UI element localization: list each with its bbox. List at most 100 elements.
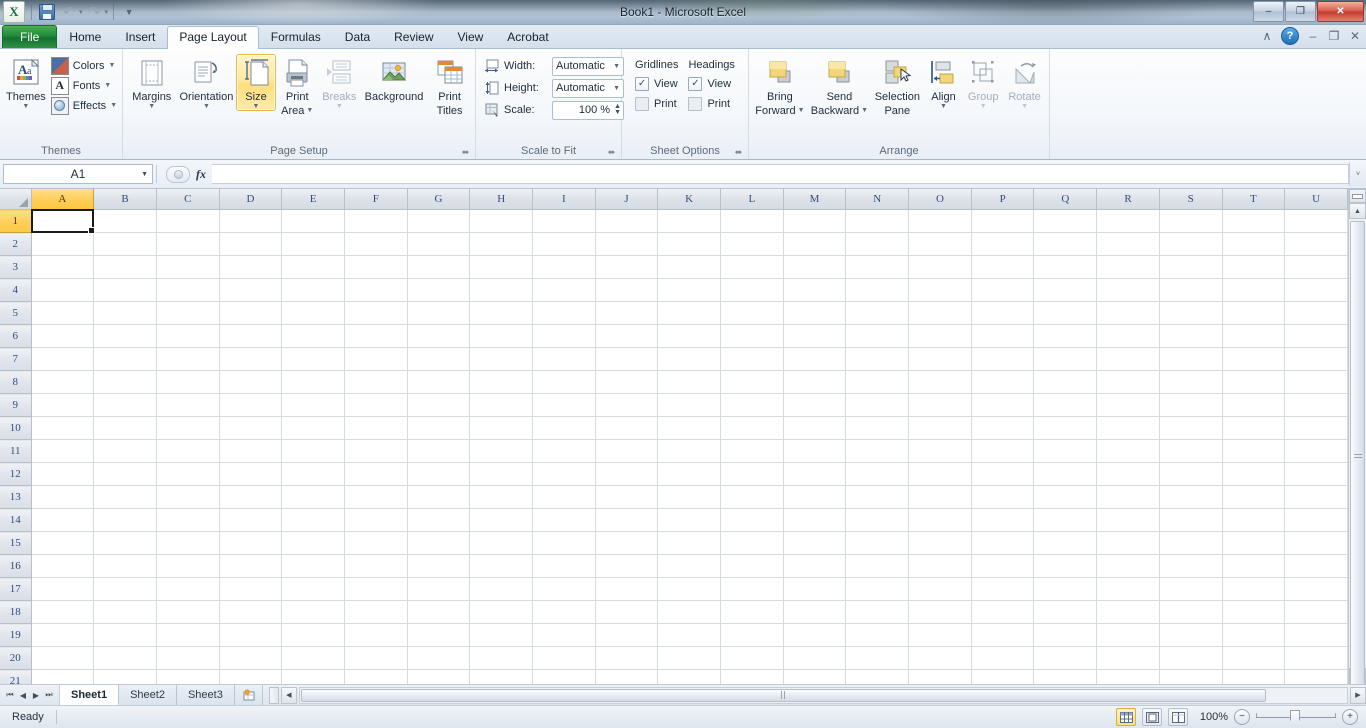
cell-r9[interactable] (1096, 393, 1160, 417)
cell-n5[interactable] (845, 301, 910, 325)
cell-m14[interactable] (783, 508, 847, 532)
cell-p15[interactable] (971, 531, 1035, 555)
cell-n14[interactable] (845, 508, 910, 532)
cell-q17[interactable] (1033, 577, 1098, 601)
scale-decrease-icon[interactable]: ▼ (614, 109, 621, 116)
cell-j20[interactable] (595, 646, 659, 670)
normal-view-button[interactable] (1116, 708, 1136, 726)
cell-e16[interactable] (281, 554, 345, 578)
cell-h8[interactable] (469, 370, 534, 394)
cell-r2[interactable] (1096, 232, 1160, 256)
cell-g19[interactable] (407, 623, 471, 647)
cell-f21[interactable] (344, 669, 408, 684)
column-header-s[interactable]: S (1159, 189, 1223, 210)
cell-c10[interactable] (156, 416, 220, 440)
cell-p4[interactable] (971, 278, 1035, 302)
cell-p13[interactable] (971, 485, 1035, 509)
cell-t15[interactable] (1222, 531, 1286, 555)
cell-f3[interactable] (344, 255, 408, 279)
cell-i2[interactable] (532, 232, 596, 256)
cell-c2[interactable] (156, 232, 220, 256)
column-header-k[interactable]: K (657, 189, 721, 210)
size-dropdown-icon[interactable]: ▼ (253, 103, 260, 110)
tab-view[interactable]: View (446, 26, 496, 48)
cell-j13[interactable] (595, 485, 659, 509)
cell-b16[interactable] (93, 554, 157, 578)
cell-f11[interactable] (344, 439, 408, 463)
cell-l6[interactable] (720, 324, 784, 348)
cell-e17[interactable] (281, 577, 345, 601)
cell-m5[interactable] (783, 301, 847, 325)
column-header-t[interactable]: T (1222, 189, 1286, 210)
cell-t3[interactable] (1222, 255, 1286, 279)
cell-b13[interactable] (93, 485, 157, 509)
cell-d2[interactable] (219, 232, 283, 256)
cell-o15[interactable] (908, 531, 972, 555)
cell-h1[interactable] (469, 209, 534, 233)
cell-l19[interactable] (720, 623, 784, 647)
headings-print-checkbox[interactable] (688, 97, 703, 111)
cell-c6[interactable] (156, 324, 220, 348)
cell-t20[interactable] (1222, 646, 1286, 670)
cell-j3[interactable] (595, 255, 659, 279)
redo-button[interactable]: ↷ (85, 2, 105, 22)
cell-d9[interactable] (219, 393, 283, 417)
cell-h3[interactable] (469, 255, 534, 279)
row-header-5[interactable]: 5 (0, 301, 32, 325)
cell-k8[interactable] (657, 370, 721, 394)
next-sheet-button[interactable]: ▶ (30, 691, 42, 700)
cell-u20[interactable] (1284, 646, 1348, 670)
cell-u5[interactable] (1284, 301, 1348, 325)
cell-a3[interactable] (31, 255, 95, 279)
page-setup-dialog-launcher[interactable]: ⬌ (460, 147, 471, 158)
cell-i15[interactable] (532, 531, 596, 555)
cell-j19[interactable] (595, 623, 659, 647)
cell-d11[interactable] (219, 439, 283, 463)
cell-s13[interactable] (1159, 485, 1223, 509)
cell-l14[interactable] (720, 508, 784, 532)
cell-f6[interactable] (344, 324, 408, 348)
cell-f10[interactable] (344, 416, 408, 440)
cell-f7[interactable] (344, 347, 408, 371)
cell-a11[interactable] (31, 439, 95, 463)
cell-s16[interactable] (1159, 554, 1223, 578)
cell-f18[interactable] (344, 600, 408, 624)
cell-d18[interactable] (219, 600, 283, 624)
cell-b18[interactable] (93, 600, 157, 624)
cell-h7[interactable] (469, 347, 534, 371)
row-header-10[interactable]: 10 (0, 416, 32, 440)
cell-q5[interactable] (1033, 301, 1098, 325)
cell-l16[interactable] (720, 554, 784, 578)
cell-r8[interactable] (1096, 370, 1160, 394)
cell-k19[interactable] (657, 623, 721, 647)
window-close-button[interactable]: ✕ (1317, 1, 1364, 22)
sheet-tab-sheet2[interactable]: Sheet2 (119, 685, 177, 705)
cell-p18[interactable] (971, 600, 1035, 624)
cell-g16[interactable] (407, 554, 471, 578)
theme-effects-button[interactable]: Effects ▼ (48, 96, 122, 115)
cell-b7[interactable] (93, 347, 157, 371)
undo-dropdown-icon[interactable]: ▾ (79, 8, 83, 16)
cell-b10[interactable] (93, 416, 157, 440)
cell-d14[interactable] (219, 508, 283, 532)
cell-r15[interactable] (1096, 531, 1160, 555)
row-header-17[interactable]: 17 (0, 577, 32, 601)
cell-u10[interactable] (1284, 416, 1348, 440)
cell-k12[interactable] (657, 462, 721, 486)
cell-u11[interactable] (1284, 439, 1348, 463)
cell-d4[interactable] (219, 278, 283, 302)
page-width-combo[interactable]: Automatic ▼ (552, 56, 624, 76)
cell-b21[interactable] (93, 669, 157, 684)
save-button[interactable] (37, 2, 57, 22)
cell-i19[interactable] (532, 623, 596, 647)
cell-f16[interactable] (344, 554, 408, 578)
cell-p6[interactable] (971, 324, 1035, 348)
cell-u9[interactable] (1284, 393, 1348, 417)
cell-n16[interactable] (845, 554, 910, 578)
cell-c7[interactable] (156, 347, 220, 371)
cell-m10[interactable] (783, 416, 847, 440)
row-header-4[interactable]: 4 (0, 278, 32, 302)
cell-j15[interactable] (595, 531, 659, 555)
cell-d15[interactable] (219, 531, 283, 555)
column-header-d[interactable]: D (219, 189, 283, 210)
